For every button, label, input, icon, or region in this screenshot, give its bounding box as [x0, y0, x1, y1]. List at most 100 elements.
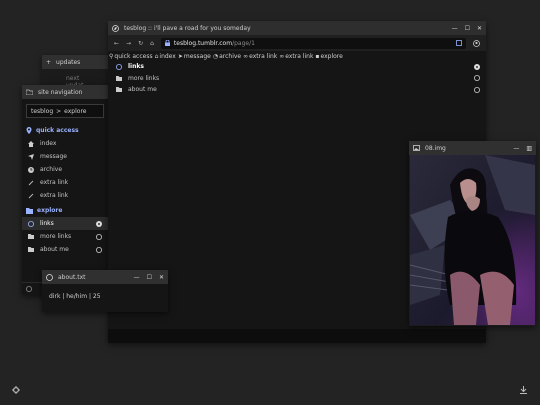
plus-icon: +	[46, 58, 52, 66]
close-icon[interactable]: ✕	[477, 25, 482, 32]
nav-item-about-me[interactable]: about me	[22, 243, 108, 256]
back-icon[interactable]: ←	[114, 40, 119, 47]
breadcrumb-separator: >	[56, 107, 62, 115]
open-icon[interactable]	[96, 233, 102, 240]
sitenav-titlebar[interactable]: site navigation	[22, 85, 108, 99]
browser-title: tesblog :: i'll pave a road for you some…	[124, 24, 251, 32]
lock-icon	[164, 40, 170, 46]
link-icon	[28, 193, 34, 199]
nav-item-extra-link[interactable]: extra link	[22, 189, 108, 202]
trash-icon[interactable]: ▥	[526, 145, 532, 152]
image-icon	[413, 145, 420, 151]
bookmarks-bar: ⚲ quick access ⌂ index ➤ message ◔ archive ∞…	[108, 51, 486, 61]
bookmark-archive[interactable]: ◔ archive	[213, 53, 241, 60]
page-link-more-links[interactable]: more links	[108, 73, 486, 85]
image-titlebar[interactable]: 08.img — ▥	[409, 141, 536, 155]
clock-icon	[28, 166, 34, 173]
info-icon[interactable]	[26, 286, 32, 292]
page-link-about-me[interactable]: about me	[108, 84, 486, 96]
updates-titlebar[interactable]: + updates	[42, 55, 112, 69]
close-icon[interactable]: ✕	[159, 274, 164, 281]
page-link-list: links more links about me	[108, 61, 486, 96]
nav-item-archive[interactable]: archive	[22, 163, 108, 176]
info-icon	[116, 63, 122, 70]
nav-label: extra link	[40, 192, 69, 199]
url-bar[interactable]: tesblog.tumblr.com/page/1	[160, 37, 466, 49]
pin-icon: ⚲	[109, 52, 114, 60]
open-icon[interactable]	[474, 86, 480, 93]
nav-label: about me	[40, 246, 69, 253]
quick-access-label: quick access	[36, 127, 79, 134]
bookmark-index[interactable]: ⌂ index	[155, 53, 176, 60]
open-icon[interactable]	[96, 246, 102, 253]
url-path: /page/1	[232, 39, 255, 47]
site-navigation-window[interactable]: site navigation tesblog > explore quick …	[22, 85, 108, 295]
open-icon[interactable]	[474, 63, 480, 70]
bookmark-icon[interactable]	[456, 40, 462, 46]
bookmark-explore[interactable]: ▪ explore	[315, 53, 342, 60]
maximize-icon[interactable]: ☐	[147, 274, 152, 281]
open-icon[interactable]	[96, 220, 102, 227]
folder-icon: ▪	[315, 52, 320, 60]
explore-label: explore	[37, 207, 63, 214]
nav-label: index	[40, 140, 57, 147]
download-icon[interactable]	[520, 386, 527, 394]
nav-item-more-links[interactable]: more links	[22, 230, 108, 243]
maximize-icon[interactable]: ☐	[465, 25, 470, 32]
home-icon[interactable]: ⌂	[150, 40, 154, 47]
bookmark-extra-link[interactable]: ∞ extra link	[243, 53, 277, 60]
info-icon	[28, 220, 34, 227]
folder-icon	[116, 75, 122, 81]
about-titlebar[interactable]: about.txt — ☐ ✕	[42, 270, 168, 284]
image-window[interactable]: 08.img — ▥	[409, 141, 536, 326]
address-bar-row: ← → ↻ ⌂ tesblog.tumblr.com/page/1	[108, 35, 486, 51]
browser-titlebar[interactable]: tesblog :: i'll pave a road for you some…	[108, 21, 486, 35]
browser-status-strip	[108, 329, 486, 343]
folder-icon	[116, 87, 122, 93]
folder-icon	[28, 247, 34, 252]
breadcrumb-root[interactable]: tesblog	[31, 108, 53, 115]
breadcrumb[interactable]: tesblog > explore	[26, 104, 104, 118]
explore-header[interactable]: explore	[22, 204, 108, 217]
send-icon: ➤	[177, 52, 183, 60]
nav-item-links[interactable]: links	[22, 217, 108, 230]
about-title: about.txt	[58, 273, 86, 281]
link-icon: ∞	[279, 52, 285, 60]
folder-open-icon	[26, 207, 33, 214]
send-icon	[28, 153, 34, 160]
page-link-links[interactable]: links	[108, 61, 486, 73]
bookmark-message[interactable]: ➤ message	[178, 53, 211, 60]
account-icon[interactable]	[473, 39, 480, 47]
compass-icon	[112, 24, 119, 32]
about-window[interactable]: about.txt — ☐ ✕ dirk | he/him | 25	[42, 270, 168, 312]
settings-icon[interactable]	[12, 386, 20, 394]
nav-label: extra link	[40, 179, 69, 186]
updates-title: updates	[56, 58, 81, 66]
about-body: dirk | he/him | 25	[49, 293, 101, 300]
nav-item-message[interactable]: message	[22, 150, 108, 163]
link-icon: ∞	[243, 52, 249, 60]
forward-icon[interactable]: →	[126, 40, 131, 47]
minimize-icon[interactable]: —	[452, 25, 458, 32]
nav-label: message	[40, 153, 67, 160]
photo	[410, 155, 535, 325]
folder-icon	[28, 234, 34, 239]
image-title: 08.img	[425, 144, 446, 152]
compass-icon	[46, 273, 53, 281]
home-icon	[28, 140, 34, 147]
sitenav-title: site navigation	[38, 88, 83, 96]
nav-item-extra-link[interactable]: extra link	[22, 176, 108, 189]
minimize-icon[interactable]: —	[134, 274, 140, 281]
url-domain: tesblog.tumblr.com	[173, 39, 233, 47]
pin-icon	[26, 127, 32, 134]
reload-icon[interactable]: ↻	[138, 40, 143, 47]
nav-label: links	[40, 220, 54, 227]
folder-icon	[26, 89, 33, 95]
nav-item-index[interactable]: index	[22, 137, 108, 150]
quick-access-header[interactable]: quick access	[22, 124, 108, 137]
bookmark-extra-link[interactable]: ∞ extra link	[279, 53, 313, 60]
minimize-icon[interactable]: —	[513, 145, 519, 152]
bookmark-quick-access[interactable]: ⚲ quick access	[109, 53, 153, 60]
breadcrumb-leaf[interactable]: explore	[64, 108, 86, 115]
open-icon[interactable]	[474, 75, 480, 82]
